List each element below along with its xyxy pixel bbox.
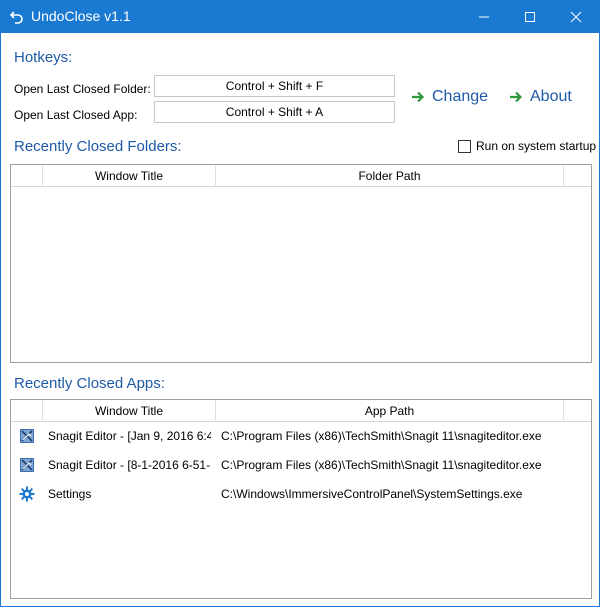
apps-app-path-column-header[interactable]: App Path bbox=[216, 400, 564, 422]
gear-icon bbox=[19, 486, 35, 502]
app-row-title: Snagit Editor - [8-1-2016 6-51- bbox=[48, 458, 211, 472]
app-row-title: Settings bbox=[48, 487, 92, 501]
run-on-startup-option[interactable]: Run on system startup bbox=[458, 139, 596, 153]
minimize-icon bbox=[479, 16, 489, 18]
folders-heading: Recently Closed Folders: bbox=[14, 138, 182, 155]
close-icon bbox=[570, 11, 582, 23]
app-hotkey-label: Open Last Closed App: bbox=[14, 108, 138, 122]
snagit-icon bbox=[19, 428, 35, 444]
app-row[interactable]: Snagit Editor - [8-1-2016 6-51- C:\Progr… bbox=[11, 452, 591, 478]
app-row-path: C:\Windows\ImmersiveControlPanel\SystemS… bbox=[221, 487, 523, 501]
app-hotkey-field[interactable]: Control + Shift + A bbox=[154, 101, 395, 123]
run-on-startup-label: Run on system startup bbox=[476, 139, 597, 153]
arrow-right-icon bbox=[412, 91, 425, 103]
change-button[interactable]: Change bbox=[411, 88, 488, 106]
app-row-path: C:\Program Files (x86)\TechSmith\Snagit … bbox=[221, 429, 542, 443]
about-button[interactable]: About bbox=[509, 88, 572, 106]
maximize-icon bbox=[525, 12, 535, 22]
folders-icon-column-header[interactable] bbox=[11, 165, 43, 187]
apps-list[interactable]: Window Title App Path Snagit Editor - [J… bbox=[10, 399, 592, 599]
undo-icon bbox=[9, 9, 25, 25]
run-on-startup-checkbox[interactable] bbox=[458, 139, 471, 153]
apps-list-header: Window Title App Path bbox=[11, 400, 591, 422]
folders-list[interactable]: Window Title Folder Path bbox=[10, 164, 592, 363]
title-bar[interactable]: UndoClose v1.1 bbox=[1, 1, 599, 33]
folder-hotkey-label: Open Last Closed Folder: bbox=[14, 82, 151, 96]
apps-icon-column-header[interactable] bbox=[11, 400, 43, 422]
change-label: Change bbox=[432, 88, 489, 105]
minimize-button[interactable] bbox=[461, 1, 507, 33]
folders-list-header: Window Title Folder Path bbox=[11, 165, 591, 187]
undoclose-window: UndoClose v1.1 Hotkeys: Open Last Closed… bbox=[0, 0, 600, 607]
apps-heading: Recently Closed Apps: bbox=[14, 375, 165, 392]
maximize-button[interactable] bbox=[507, 1, 553, 33]
app-row[interactable]: Settings C:\Windows\ImmersiveControlPane… bbox=[11, 481, 591, 507]
window-title: UndoClose v1.1 bbox=[31, 8, 131, 24]
app-row[interactable]: Snagit Editor - [Jan 9, 2016 6:4: C:\Pro… bbox=[11, 423, 591, 449]
folders-window-title-column-header[interactable]: Window Title bbox=[43, 165, 216, 187]
hotkeys-heading: Hotkeys: bbox=[14, 49, 73, 66]
arrow-right-icon bbox=[510, 91, 523, 103]
app-row-path: C:\Program Files (x86)\TechSmith\Snagit … bbox=[221, 458, 542, 472]
apps-window-title-column-header[interactable]: Window Title bbox=[43, 400, 216, 422]
folders-folder-path-column-header[interactable]: Folder Path bbox=[216, 165, 564, 187]
folder-hotkey-field[interactable]: Control + Shift + F bbox=[154, 75, 395, 97]
close-button[interactable] bbox=[553, 1, 599, 33]
about-label: About bbox=[530, 88, 572, 105]
snagit-icon bbox=[19, 457, 35, 473]
app-row-title: Snagit Editor - [Jan 9, 2016 6:4: bbox=[48, 429, 211, 443]
